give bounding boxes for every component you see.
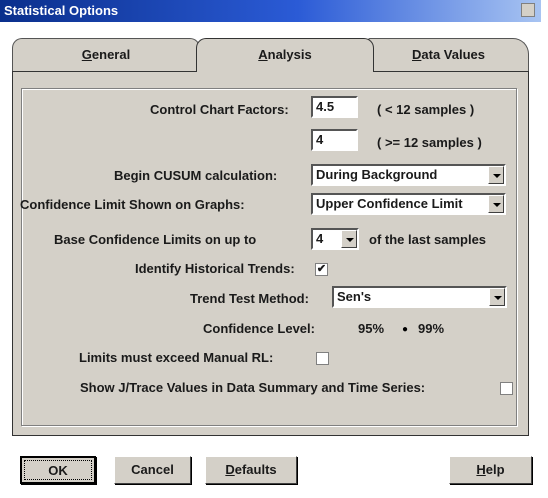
confidence-level-label: Confidence Level: [203,321,315,336]
checkmark-icon: ✔ [316,263,327,275]
base-confidence-label: Base Confidence Limits on up to [54,232,257,247]
trend-test-label: Trend Test Method: [190,291,309,306]
base-confidence-select[interactable]: 4 [311,228,359,250]
chevron-down-icon[interactable] [488,166,504,184]
help-label: elp [485,462,505,477]
confidence-limit-label: Confidence Limit Shown on Graphs: [20,197,245,212]
show-jtrace-label: Show J/Trace Values in Data Summary and … [80,380,426,395]
tab-general-label: eneral [91,47,131,62]
cusum-value: During Background [316,167,438,182]
radio-95[interactable] [339,324,351,336]
defaults-button[interactable]: Defaults [205,456,297,484]
show-jtrace-checkbox[interactable] [500,382,513,395]
factor-lt12-input[interactable]: 4.5 [311,96,358,118]
tab-analysis-label: nalysis [267,47,312,62]
factor-ge12-input[interactable]: 4 [311,129,358,151]
tab-general[interactable]: General [12,38,200,72]
radio-dot-icon: ● [401,324,409,335]
statistical-options-dialog: Statistical Options General Analysis Dat… [0,0,541,494]
window-title: Statistical Options [4,3,119,18]
radio-95-label: 95% [358,321,385,336]
limits-exceed-checkbox[interactable] [316,352,329,365]
chevron-down-icon[interactable] [341,230,357,248]
help-button[interactable]: Help [449,456,532,484]
cusum-label: Begin CUSUM calculation: [114,168,278,183]
historical-trends-checkbox[interactable]: ✔ [315,263,328,276]
tab-analysis-mnemonic: A [258,47,268,62]
limits-exceed-label: Limits must exceed Manual RL: [79,350,274,365]
cusum-select[interactable]: During Background [311,164,506,186]
radio-99[interactable]: ● [399,324,411,336]
help-mnemonic: H [476,462,486,477]
base-confidence-suffix: of the last samples [369,232,487,247]
trend-test-select[interactable]: Sen's [332,286,507,308]
tab-general-mnemonic: G [81,47,92,62]
tab-data-values-mnemonic: D [412,47,422,62]
trend-test-value: Sen's [337,289,372,304]
defaults-label: efaults [234,462,277,477]
factor-lt12-hint: ( < 12 samples ) [377,102,475,117]
tab-data-values-label: ata Values [421,47,485,62]
cancel-button[interactable]: Cancel [114,456,191,484]
base-confidence-value: 4 [316,231,324,246]
defaults-mnemonic: D [225,462,235,477]
control-chart-factors-label: Control Chart Factors: [150,102,289,117]
confidence-limit-select[interactable]: Upper Confidence Limit [311,193,506,215]
confidence-limit-value: Upper Confidence Limit [316,196,463,211]
tab-analysis[interactable]: Analysis [196,38,374,72]
analysis-panel: Control Chart Factors: 4.5 ( < 12 sample… [12,71,529,436]
title-bar: Statistical Options [0,0,541,22]
ok-button[interactable]: OK [20,456,96,484]
chevron-down-icon[interactable] [489,288,505,306]
historical-trends-label: Identify Historical Trends: [135,261,295,276]
factor-ge12-hint: ( >= 12 samples ) [377,135,482,150]
radio-99-label: 99% [418,321,445,336]
title-help-icon[interactable] [521,3,535,17]
tab-data-values[interactable]: Data Values [368,38,529,72]
chevron-down-icon[interactable] [488,195,504,213]
